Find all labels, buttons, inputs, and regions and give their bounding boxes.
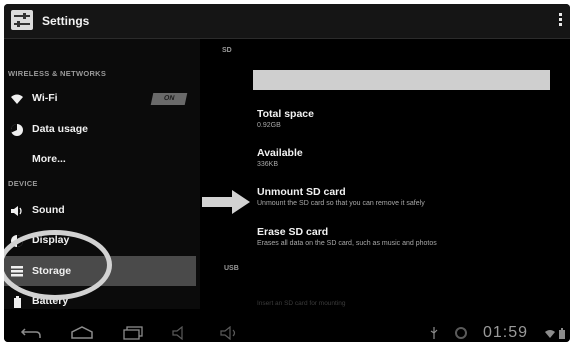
tablet-screen: Settings WIRELESS & NETWORKS Wi-Fi ON Da… bbox=[4, 4, 570, 342]
total-space-value: 0.92GB bbox=[257, 122, 281, 129]
unmount-sd-pref[interactable]: Unmount SD card Unmount the SD card so t… bbox=[257, 186, 425, 207]
usb-category-header: USB bbox=[224, 265, 239, 272]
sd-category-header: SD bbox=[222, 47, 232, 54]
overflow-menu-icon[interactable] bbox=[556, 13, 564, 31]
sidebar-item-wifi[interactable]: Wi-Fi ON bbox=[4, 84, 196, 112]
wifi-status-icon bbox=[545, 330, 555, 338]
action-bar: Settings bbox=[4, 4, 570, 39]
settings-sliders-icon[interactable] bbox=[11, 10, 33, 30]
sidebar-item-sound[interactable]: Sound bbox=[4, 196, 196, 224]
sidebar-item-more[interactable]: More... bbox=[4, 145, 196, 173]
sidebar-item-label: Sound bbox=[32, 204, 65, 216]
battery-icon bbox=[14, 296, 21, 308]
insert-sd-hint: Insert an SD card for mounting bbox=[257, 300, 346, 307]
sidebar-item-label: Wi-Fi bbox=[32, 92, 58, 104]
volume-down-icon[interactable] bbox=[172, 326, 190, 340]
section-device: DEVICE bbox=[8, 179, 38, 188]
wifi-toggle[interactable]: ON bbox=[150, 93, 188, 105]
back-icon[interactable] bbox=[20, 326, 42, 340]
available-value: 336KB bbox=[257, 161, 279, 168]
recent-apps-icon[interactable] bbox=[122, 326, 144, 340]
erase-sd-title: Erase SD card bbox=[257, 226, 329, 238]
sidebar-item-data-usage[interactable]: Data usage bbox=[4, 115, 196, 143]
data-usage-icon bbox=[10, 123, 23, 136]
app-title: Settings bbox=[42, 14, 90, 28]
clock[interactable]: 01:59 bbox=[483, 324, 528, 342]
section-wireless: WIRELESS & NETWORKS bbox=[8, 69, 107, 78]
total-space-title: Total space bbox=[257, 108, 314, 120]
wifi-icon bbox=[11, 94, 23, 104]
usb-icon bbox=[430, 327, 438, 339]
speaker-icon bbox=[11, 206, 22, 216]
available-title: Available bbox=[257, 147, 303, 159]
sidebar-item-label: Data usage bbox=[32, 123, 89, 135]
total-space-pref: Total space 0.92GB bbox=[257, 108, 314, 129]
volume-up-icon[interactable] bbox=[220, 326, 240, 340]
system-bar: 01:59 bbox=[4, 324, 570, 342]
pointer-arrow-annotation bbox=[202, 190, 250, 214]
unmount-sd-title: Unmount SD card bbox=[257, 186, 346, 198]
unmount-sd-summary: Unmount the SD card so that you can remo… bbox=[257, 200, 425, 207]
settings-gear-icon bbox=[455, 327, 467, 339]
available-pref: Available 336KB bbox=[257, 147, 303, 168]
battery-status-icon bbox=[559, 328, 565, 339]
erase-sd-pref[interactable]: Erase SD card Erases all data on the SD … bbox=[257, 226, 437, 247]
sidebar-item-label: More... bbox=[32, 153, 66, 165]
home-icon[interactable] bbox=[70, 326, 94, 340]
erase-sd-summary: Erases all data on the SD card, such as … bbox=[257, 240, 437, 247]
storage-usage-bar bbox=[253, 70, 550, 90]
